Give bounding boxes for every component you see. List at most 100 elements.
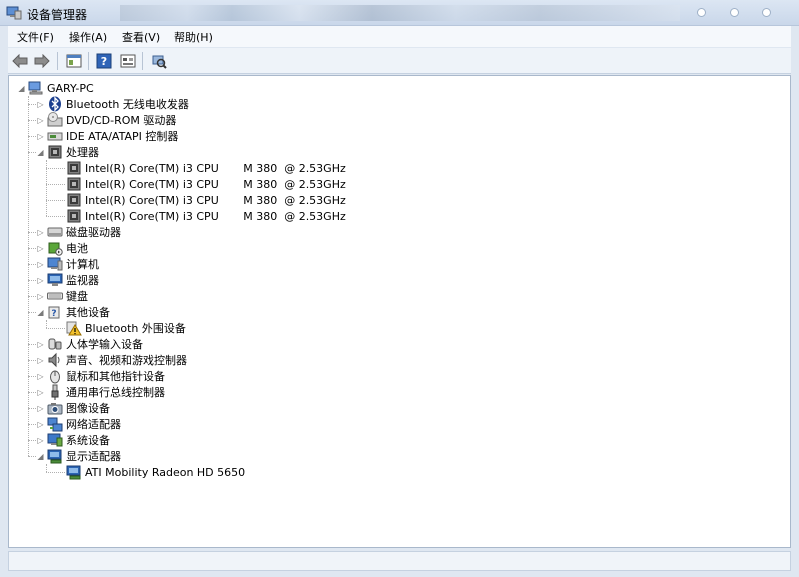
tree-category-label: Bluetooth 无线电收发器 (66, 98, 189, 111)
disk-drive-icon (47, 224, 63, 240)
tree-device[interactable]: Bluetooth 外围设备 (55, 320, 186, 336)
back-arrow-icon (12, 54, 28, 68)
tree-category-label: 系统设备 (66, 434, 110, 447)
expand-arrow-icon[interactable]: ▷ (36, 384, 45, 400)
tree-category-label: 处理器 (66, 146, 99, 159)
device-tree-panel: ◢ GARY-PC ▷ Bluetooth 无线电收发器 ▷ DVD/CD-ROM 驱动器… (8, 75, 791, 548)
tree-category[interactable]: ▷ 人体学输入设备 (36, 336, 143, 352)
tree-category[interactable]: ▷ 声音、视频和游戏控制器 (36, 352, 187, 368)
expand-arrow-icon[interactable]: ▷ (36, 240, 45, 256)
tree-root[interactable]: ◢ GARY-PC (17, 80, 94, 96)
tree-category-label: 显示适配器 (66, 450, 121, 463)
tree-category-label: 键盘 (66, 290, 88, 303)
expand-arrow-icon[interactable]: ▷ (36, 288, 45, 304)
tree-category[interactable]: ▷ 键盘 (36, 288, 88, 304)
tree-category[interactable]: ▷ 鼠标和其他指针设备 (36, 368, 165, 384)
tree-category[interactable]: ▷ 通用串行总线控制器 (36, 384, 165, 400)
maximize-button[interactable] (730, 8, 739, 17)
tree-device[interactable]: Intel(R) Core(TM) i3 CPU M 380 @ 2.53GHz (55, 176, 346, 192)
status-bar (8, 551, 791, 571)
tree-guide-line (28, 152, 36, 153)
tree-category[interactable]: ▷ 电池 (36, 240, 88, 256)
expand-arrow-icon[interactable]: ▷ (36, 128, 45, 144)
expand-arrow-icon[interactable]: ▷ (36, 336, 45, 352)
tree-category-label: 鼠标和其他指针设备 (66, 370, 165, 383)
tree-category-label: 声音、视频和游戏控制器 (66, 354, 187, 367)
help-icon: ? (96, 53, 112, 69)
expand-arrow-icon[interactable]: ▷ (36, 224, 45, 240)
tree-device[interactable]: Intel(R) Core(TM) i3 CPU M 380 @ 2.53GHz (55, 208, 346, 224)
tree-device-label: Intel(R) Core(TM) i3 CPU M 380 @ 2.53GHz (85, 193, 346, 207)
tree-category[interactable]: ▷ 网络适配器 (36, 416, 121, 432)
tree-category[interactable]: ▷ IDE ATA/ATAPI 控制器 (36, 128, 178, 144)
tree-device-label: Intel(R) Core(TM) i3 CPU M 380 @ 2.53GHz (85, 161, 346, 175)
tree-category-label: 网络适配器 (66, 418, 121, 431)
tree-category[interactable]: ▷ Bluetooth 无线电收发器 (36, 96, 189, 112)
tree-category[interactable]: ▷ 磁盘驱动器 (36, 224, 121, 240)
expand-arrow-icon[interactable]: ▷ (36, 96, 45, 112)
scan-hardware-button[interactable] (149, 51, 169, 71)
expand-arrow-icon[interactable]: ▷ (36, 352, 45, 368)
minimize-button[interactable] (697, 8, 706, 17)
tree-category[interactable]: ▷ 系统设备 (36, 432, 110, 448)
ide-controller-icon (47, 128, 63, 144)
tree-category[interactable]: ◢ 处理器 (36, 144, 99, 160)
keyboard-icon (47, 288, 63, 304)
expand-arrow-icon[interactable]: ▷ (36, 272, 45, 288)
menu-action[interactable]: 操作(A) (69, 29, 107, 45)
tree-category-label: 磁盘驱动器 (66, 226, 121, 239)
tree-category[interactable]: ▷ DVD/CD-ROM 驱动器 (36, 112, 176, 128)
system-devices-icon (47, 432, 63, 448)
collapse-arrow-icon[interactable]: ◢ (36, 144, 45, 160)
close-button[interactable] (762, 8, 771, 17)
tree-guide-line (28, 280, 36, 281)
tree-device[interactable]: Intel(R) Core(TM) i3 CPU M 380 @ 2.53GHz (55, 160, 346, 176)
collapse-arrow-icon[interactable]: ◢ (17, 80, 26, 96)
tree-guide-line (46, 216, 65, 217)
forward-arrow-icon (34, 54, 50, 68)
tree-guide-line (28, 120, 36, 121)
forward-button[interactable] (32, 51, 52, 71)
tree-guide-line (28, 312, 36, 313)
tree-category-label: DVD/CD-ROM 驱动器 (66, 114, 177, 127)
tree-category[interactable]: ▷ 监视器 (36, 272, 99, 288)
expand-arrow-icon[interactable]: ▷ (36, 416, 45, 432)
properties-button[interactable] (64, 51, 84, 71)
tree-device[interactable]: ATI Mobility Radeon HD 5650 (55, 464, 245, 480)
collapse-arrow-icon[interactable]: ◢ (36, 448, 45, 464)
bluetooth-icon (47, 96, 63, 112)
menu-help[interactable]: 帮助(H) (174, 29, 213, 45)
tree-guide-line (28, 104, 36, 105)
expand-arrow-icon[interactable]: ▷ (36, 368, 45, 384)
tree-guide-line (28, 296, 36, 297)
tree-guide-line (28, 232, 36, 233)
properties-icon (66, 54, 82, 68)
tree-category[interactable]: ▷ 计算机 (36, 256, 99, 272)
tree-category[interactable]: ◢ 显示适配器 (36, 448, 121, 464)
svg-text:?: ? (101, 55, 107, 68)
processor-icon (66, 208, 82, 224)
tree-device-label: Intel(R) Core(TM) i3 CPU M 380 @ 2.53GHz (85, 177, 346, 191)
back-button[interactable] (10, 51, 30, 71)
monitor-icon (47, 272, 63, 288)
sound-icon (47, 352, 63, 368)
tree-category-label: 计算机 (66, 258, 99, 271)
expand-arrow-icon[interactable]: ▷ (36, 432, 45, 448)
tree-device[interactable]: Intel(R) Core(TM) i3 CPU M 380 @ 2.53GHz (55, 192, 346, 208)
display-adapter-icon (66, 464, 82, 480)
tree-category[interactable]: ◢? 其他设备 (36, 304, 110, 320)
collapse-arrow-icon[interactable]: ◢ (36, 304, 45, 320)
tree-guide-line (46, 160, 47, 216)
network-adapter-icon (47, 416, 63, 432)
help-button[interactable]: ? (94, 51, 114, 71)
menu-file[interactable]: 文件(F) (17, 29, 54, 45)
expand-arrow-icon[interactable]: ▷ (36, 400, 45, 416)
tree-category-label: 电池 (66, 242, 88, 255)
tree-category[interactable]: ▷ 图像设备 (36, 400, 110, 416)
expand-arrow-icon[interactable]: ▷ (36, 256, 45, 272)
tree-guide-line (46, 184, 65, 185)
expand-arrow-icon[interactable]: ▷ (36, 112, 45, 128)
show-hidden-button[interactable] (118, 51, 138, 71)
menu-view[interactable]: 查看(V) (122, 29, 160, 45)
tree-guide-line (28, 96, 29, 456)
